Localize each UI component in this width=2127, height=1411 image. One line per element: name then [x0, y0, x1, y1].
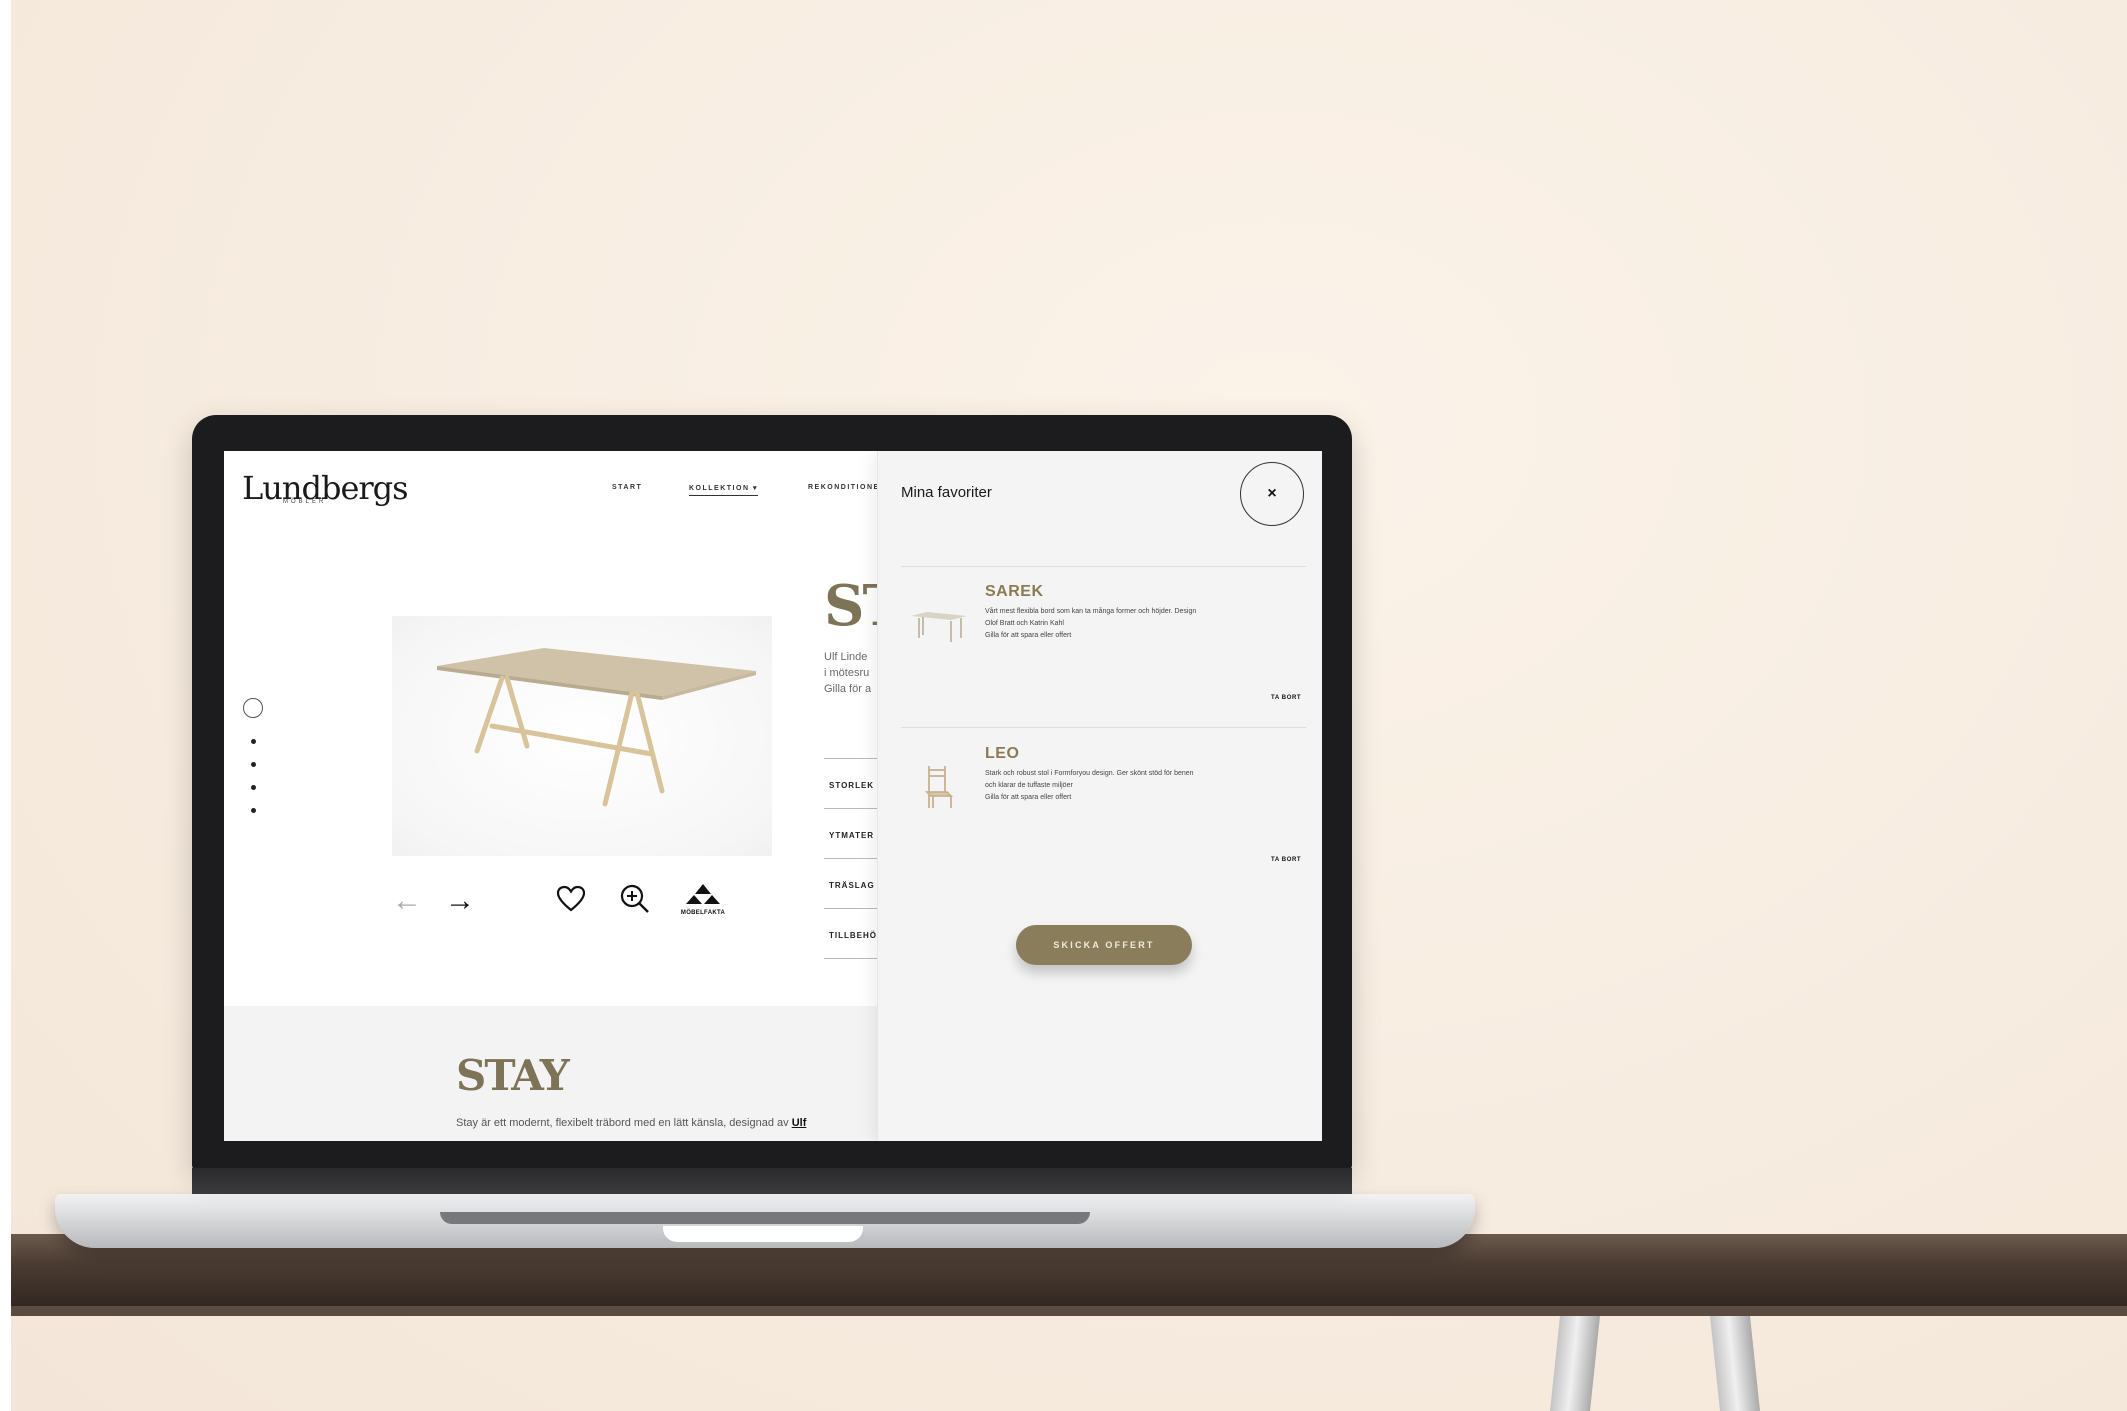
laptop-hinge — [192, 1168, 1352, 1194]
nav-kollektion[interactable]: KOLLEKTION ▾ — [689, 484, 758, 496]
stay-description: Stay är ett modernt, flexibelt träbord m… — [456, 1117, 806, 1129]
carousel-dot[interactable] — [251, 808, 256, 813]
stay-description-text: Stay är ett modernt, flexibelt träbord m… — [456, 1117, 792, 1129]
spec-divider — [824, 908, 884, 909]
desk-leg-right — [1710, 1316, 1760, 1411]
favorites-panel: Mina favoriter × SAREK Vårt mest flexibl… — [877, 451, 1322, 1141]
mobelfakta-logo[interactable]: MÖBELFAKTA — [678, 883, 728, 916]
close-button[interactable]: × — [1240, 462, 1304, 526]
spec-traslag[interactable]: TRÄSLAG — [829, 881, 875, 890]
favorite-item-description: Vårt mest flexibla bord som kan ta många… — [985, 606, 1275, 642]
favorite-item-name[interactable]: SAREK — [985, 583, 1044, 601]
remove-favorite-button[interactable]: TA BORT — [1271, 695, 1301, 701]
previous-arrow-icon[interactable]: ← — [392, 886, 422, 916]
mobelfakta-label: MÖBELFAKTA — [680, 910, 726, 916]
spec-divider — [824, 958, 884, 959]
heart-icon[interactable] — [556, 885, 586, 918]
spec-divider — [824, 858, 884, 859]
desk-leg-left — [1550, 1316, 1600, 1411]
close-icon: × — [1267, 485, 1277, 502]
remove-favorite-button[interactable]: TA BORT — [1271, 857, 1301, 863]
designer-link[interactable]: Ulf — [792, 1117, 807, 1129]
favorite-item-name[interactable]: LEO — [985, 745, 1019, 763]
spec-divider — [824, 758, 884, 759]
chevron-down-icon: ▾ — [752, 485, 758, 492]
sarek-table-thumbnail[interactable] — [901, 586, 976, 661]
product-image — [392, 616, 772, 856]
send-offer-button[interactable]: SKICKA OFFERT — [1016, 925, 1192, 965]
favorite-item-desc-line: Vårt mest flexibla bord som kan ta många… — [985, 608, 1197, 615]
product-description-line: i mötesru — [824, 667, 870, 679]
spec-storlek[interactable]: STORLEK — [829, 781, 874, 790]
laptop-keyboard-edge — [440, 1212, 1090, 1224]
spec-divider — [824, 808, 884, 809]
nav-rekonditionering[interactable]: REKONDITIONERING — [808, 484, 877, 491]
image-left-margin — [0, 0, 11, 1411]
spec-tillbehor[interactable]: TILLBEHÖ — [829, 931, 877, 940]
favorites-divider — [901, 727, 1306, 728]
laptop-opening-notch — [663, 1226, 863, 1242]
zoom-in-icon[interactable] — [619, 883, 651, 920]
stay-heading: STAY — [456, 1051, 570, 1100]
favorites-divider — [901, 566, 1306, 567]
carousel-dot[interactable] — [251, 739, 256, 744]
site-logo-subtitle: MÖBLER — [283, 499, 327, 505]
favorite-item-desc-line: Stark och robust stol i Formforyou desig… — [985, 770, 1194, 777]
next-arrow-icon[interactable]: → — [445, 886, 475, 916]
favorite-item-desc-line: Gilla för att spara eller offert — [985, 794, 1072, 801]
favorite-item-description: Stark och robust stol i Formforyou desig… — [985, 768, 1275, 804]
carousel-dot-active[interactable] — [243, 698, 263, 718]
favorite-item-desc-line: och klarar de tuffaste miljöer — [985, 782, 1073, 789]
carousel-dot[interactable] — [251, 762, 256, 767]
mobelfakta-triangles-icon — [686, 884, 720, 904]
nav-start[interactable]: START — [612, 484, 642, 491]
favorites-title: Mina favoriter — [901, 484, 992, 501]
product-description-line: Gilla för a — [824, 683, 872, 695]
table-illustration — [437, 648, 756, 807]
leo-chair-thumbnail[interactable] — [901, 749, 976, 824]
laptop-screen: Lundbergs MÖBLER START KOLLEKTION ▾ REKO… — [224, 451, 1322, 1141]
favorite-item-desc-line: Gilla för att spara eller offert — [985, 632, 1072, 639]
product-description-line: Ulf Linde — [824, 651, 868, 663]
spec-ytmaterial[interactable]: YTMATER — [829, 831, 874, 840]
carousel-dot[interactable] — [251, 785, 256, 790]
nav-kollektion-label: KOLLEKTION — [689, 485, 750, 492]
favorite-item-desc-line: Olof Bratt och Katrin Kahl — [985, 620, 1064, 627]
